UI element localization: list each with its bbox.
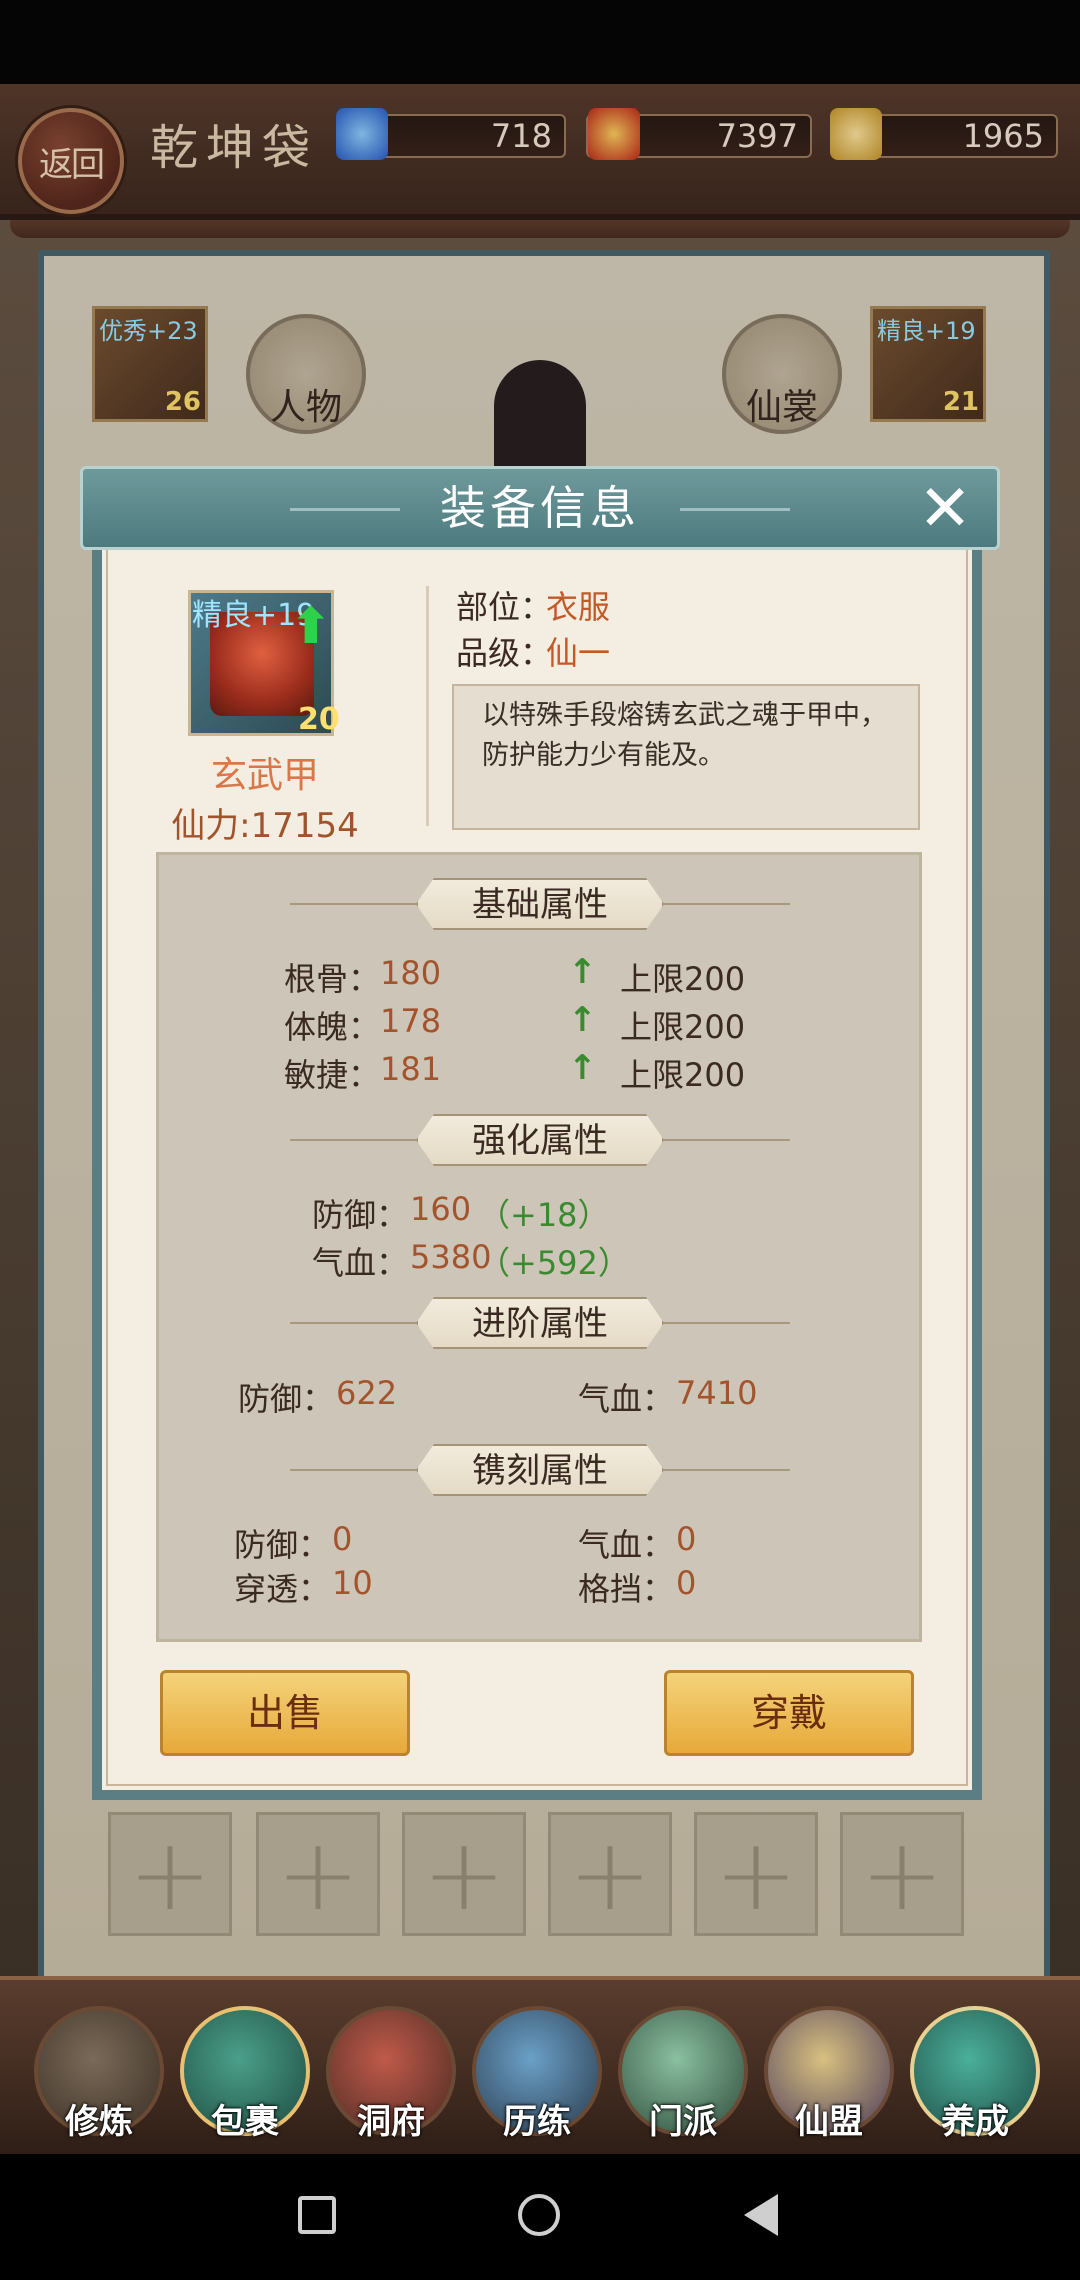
close-icon[interactable]: ✕ <box>912 477 978 541</box>
nav-training[interactable]: 历练 <box>472 2006 602 2146</box>
attr-value: 181 <box>380 1050 442 1088</box>
nav-alliance[interactable]: 仙盟 <box>764 2006 894 2146</box>
item-name: 玄武甲 <box>210 755 319 796</box>
attr-value: 10 <box>332 1564 373 1602</box>
up-arrow-icon: ↑ <box>568 952 597 992</box>
nav-label: 门派 <box>649 2102 717 2142</box>
attr-label: 防御： <box>238 1380 335 1418</box>
nav-cultivate[interactable]: 修炼 <box>34 2006 164 2146</box>
attr-value: 622 <box>336 1374 398 1412</box>
back-nav-icon[interactable] <box>744 2194 778 2236</box>
recents-icon[interactable] <box>298 2196 336 2234</box>
attr-bonus: （+18） <box>478 1196 610 1234</box>
nav-cave[interactable]: 洞府 <box>326 2006 456 2146</box>
attr-label: 敏捷： <box>284 1056 381 1094</box>
attr-limit: 上限200 <box>620 1008 746 1046</box>
up-arrow-icon: ↑ <box>568 1000 597 1040</box>
nav-label: 洞府 <box>357 2102 425 2142</box>
attr-label: 防御： <box>312 1196 409 1234</box>
attr-limit: 上限200 <box>620 960 746 998</box>
attr-label: 根骨： <box>284 960 381 998</box>
equip-button[interactable]: 穿戴 <box>664 1670 914 1756</box>
status-bar <box>0 0 1080 84</box>
sell-button[interactable]: 出售 <box>160 1670 410 1756</box>
attr-label: 穿透： <box>234 1570 331 1608</box>
upgrade-arrow-icon: ⬆ <box>290 597 332 655</box>
attr-label: 体魄： <box>284 1008 381 1046</box>
divider <box>426 586 429 826</box>
nav-label: 仙盟 <box>795 2102 863 2142</box>
slot-value: 衣服 <box>546 588 611 626</box>
section-title-advance: 进阶属性 <box>416 1297 664 1349</box>
slot-label: 部位： <box>456 588 553 626</box>
attr-label: 格挡： <box>578 1570 675 1608</box>
item-power: 仙力:17154 <box>171 806 359 846</box>
nav-label: 养成 <box>941 2102 1009 2142</box>
nav-label: 历练 <box>503 2102 571 2142</box>
attr-value: 7410 <box>676 1374 758 1412</box>
attr-label: 气血： <box>312 1244 409 1282</box>
section-title-basic: 基础属性 <box>416 878 664 930</box>
up-arrow-icon: ↑ <box>568 1048 597 1088</box>
section-title-engrave: 镌刻属性 <box>416 1444 664 1496</box>
dialog-title: 装备信息 <box>440 481 640 535</box>
attr-label: 防御： <box>234 1526 331 1564</box>
attr-value: 0 <box>676 1564 697 1602</box>
attr-value: 160 <box>410 1190 472 1228</box>
nav-label: 修炼 <box>65 2102 133 2142</box>
nav-label: 包裹 <box>211 2102 279 2142</box>
attr-value: 0 <box>332 1520 353 1558</box>
attr-bonus: （+592） <box>478 1244 630 1282</box>
attr-limit: 上限200 <box>620 1056 746 1094</box>
home-icon[interactable] <box>518 2194 560 2236</box>
nav-bag[interactable]: 包裹 <box>180 2006 310 2146</box>
grade-label: 品级： <box>456 634 553 672</box>
item-level: 20 <box>298 702 340 737</box>
attr-value: 178 <box>380 1002 442 1040</box>
grade-value: 仙一 <box>546 634 611 672</box>
attr-label: 气血： <box>578 1380 675 1418</box>
nav-develop[interactable]: 养成 <box>910 2006 1040 2146</box>
attr-label: 气血： <box>578 1526 675 1564</box>
attr-value: 180 <box>380 954 442 992</box>
attr-value: 0 <box>676 1520 697 1558</box>
item-description: 以特殊手段熔铸玄武之魂于甲中，防护能力少有能及。 <box>482 700 887 771</box>
section-title-enhance: 强化属性 <box>416 1114 664 1166</box>
nav-sect[interactable]: 门派 <box>618 2006 748 2146</box>
